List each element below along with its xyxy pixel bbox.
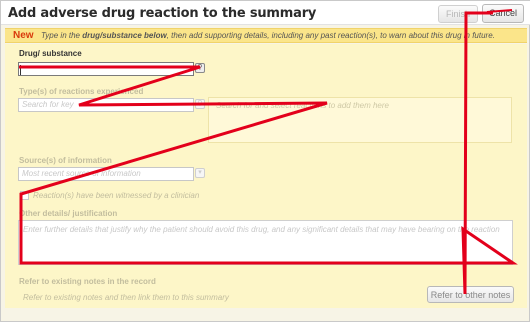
dialog-titlebar: Add adverse drug reaction to the summary… (1, 1, 530, 25)
new-entry-banner: New Type in the drug/substance below, th… (5, 28, 527, 43)
drug-label: Drug/ substance (19, 49, 82, 58)
witnessed-label: Reaction(s) have been witnessed by a cli… (33, 191, 200, 200)
notes-hint: Refer to existing notes and then link th… (23, 293, 229, 302)
banner-text-bold: drug/substance below (82, 31, 167, 40)
notes-label: Refer to existing notes in the record (19, 277, 156, 286)
source-select[interactable]: Most recent source of information (18, 167, 194, 181)
details-textarea[interactable]: Enter further details that justify why t… (18, 220, 513, 265)
source-label: Source(s) of information (19, 156, 112, 165)
refer-to-other-notes-button[interactable]: Refer to other notes (427, 286, 514, 303)
finish-button[interactable]: Finish (438, 5, 478, 23)
search-icon[interactable]: ⚲ (195, 99, 205, 109)
drug-input[interactable] (18, 62, 194, 76)
banner-text-pre: Type in the (41, 31, 83, 40)
reaction-search-input[interactable]: Search for key (18, 98, 194, 112)
new-tag: New (13, 30, 34, 41)
chevron-down-icon[interactable]: ▾ (195, 168, 205, 178)
reactions-label: Type(s) of reactions experienced (19, 87, 144, 96)
banner-text-post: , then add supporting details, including… (166, 31, 495, 40)
search-icon[interactable]: ⚲ (195, 63, 205, 73)
banner-instructions: Type in the drug/substance below, then a… (41, 31, 495, 40)
witnessed-checkbox[interactable] (20, 191, 29, 200)
details-label: Other details/ justification (19, 209, 118, 218)
cancel-button[interactable]: Cancel (482, 4, 524, 23)
dialog-title: Add adverse drug reaction to the summary (8, 6, 317, 21)
reactions-hint: Search for and select reactions to add t… (216, 101, 389, 110)
text-caret (20, 65, 21, 75)
add-adverse-drug-reaction-dialog: Add adverse drug reaction to the summary… (0, 0, 530, 322)
